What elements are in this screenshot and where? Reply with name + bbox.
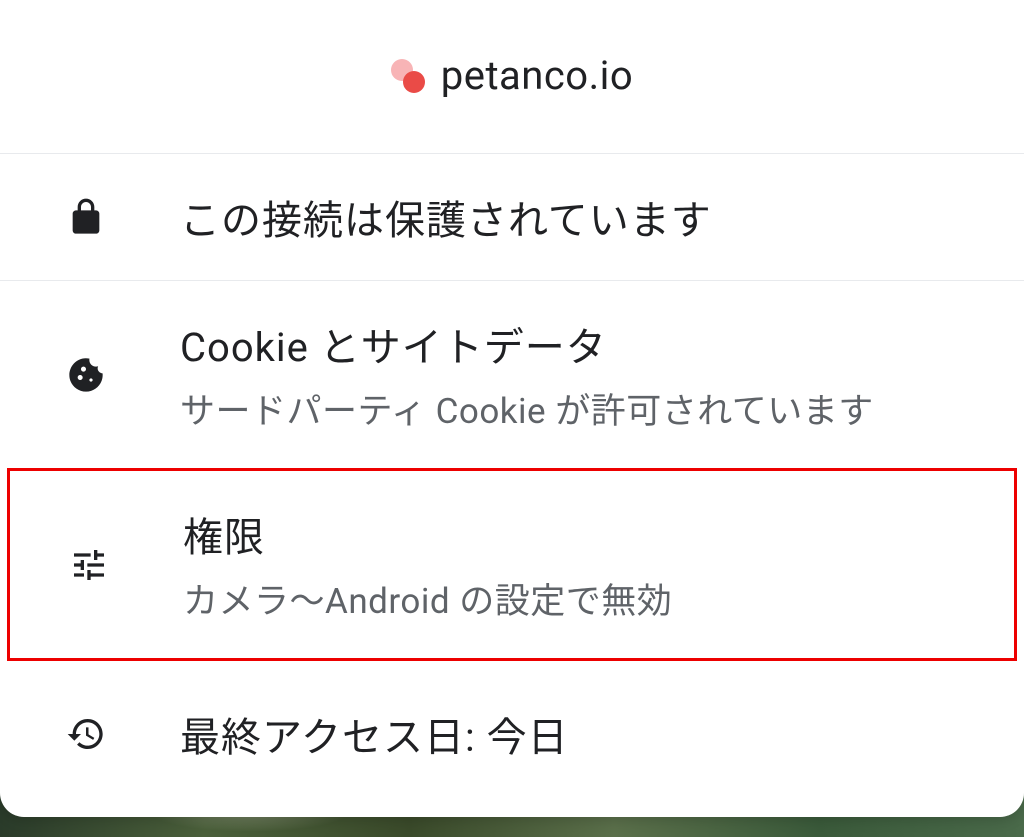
history-icon [64,712,108,756]
cookie-icon [64,353,108,397]
connection-row[interactable]: この接続は保護されています [0,153,1024,280]
last-access-title: 最終アクセス日: 今日 [180,705,569,763]
cookies-row[interactable]: Cookie とサイトデータ サードパーティ Cookie が許可されています [0,280,1024,468]
site-info-sheet: petanco.io この接続は保護されています Cookie とサイトデータ … [0,0,1024,817]
permissions-row[interactable]: 権限 カメラ～Android の設定で無効 [7,468,1017,661]
cookies-title: Cookie とサイトデータ [180,315,874,373]
lock-icon [64,195,108,239]
permissions-title: 権限 [183,505,672,563]
site-header[interactable]: petanco.io [0,0,1024,153]
tune-icon [67,543,111,587]
site-favicon-icon [391,59,425,93]
permissions-subtitle: カメラ～Android の設定で無効 [183,573,672,624]
last-access-row[interactable]: 最終アクセス日: 今日 [0,671,1024,797]
site-name: petanco.io [441,52,633,99]
cookies-subtitle: サードパーティ Cookie が許可されています [180,383,874,434]
connection-title: この接続は保護されています [180,188,712,246]
